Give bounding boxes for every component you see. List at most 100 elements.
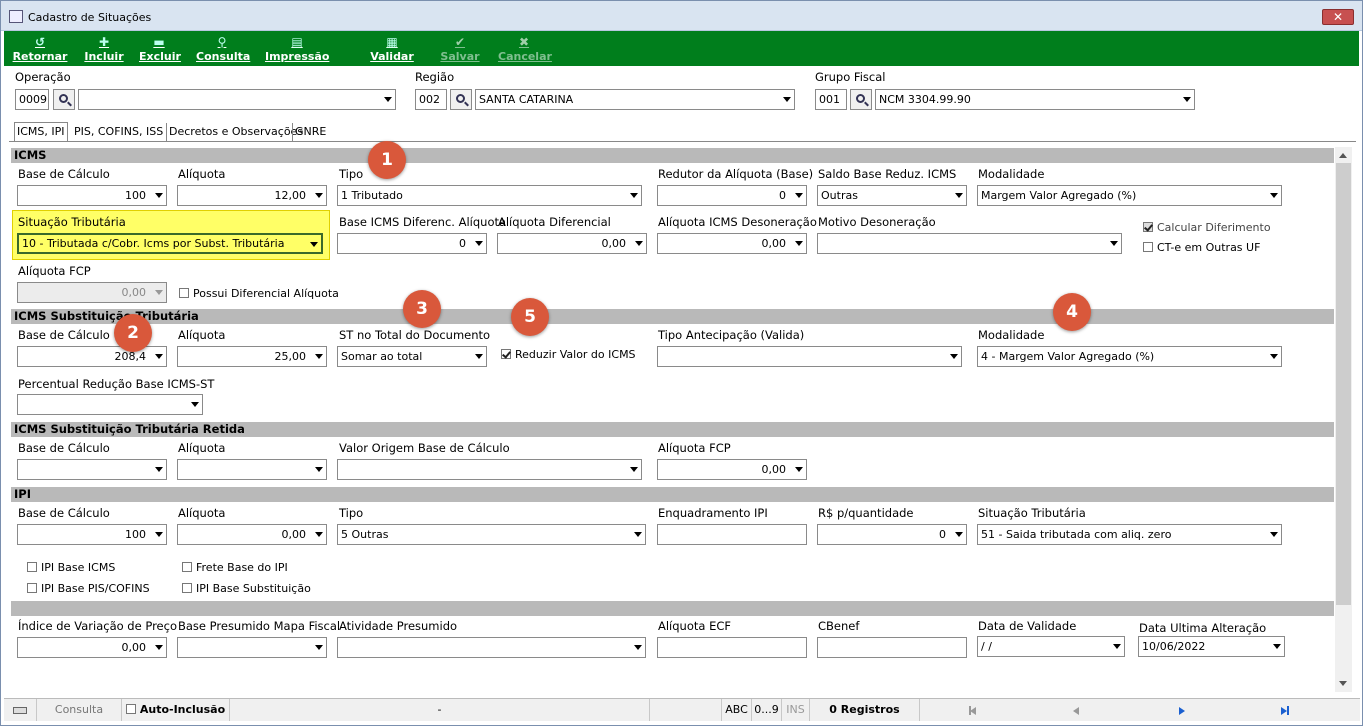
tab-decretos[interactable]: Decretos e Observações: [166, 123, 305, 142]
ipi-aliquota-select[interactable]: 0,00: [177, 524, 327, 545]
ret-aliq-fcp-value: 0,00: [761, 463, 787, 476]
ipi-base-subst-checkbox[interactable]: IPI Base Substituição: [182, 582, 311, 595]
checkbox-box: [27, 562, 37, 572]
grupo-desc-value: NCM 3304.99.90: [879, 93, 971, 106]
incluir-button[interactable]: ✚ Incluir: [84, 31, 124, 66]
icms-modalidade-value: Margem Valor Agregado (%): [981, 189, 1137, 202]
ipi-base-calculo-select[interactable]: 100: [17, 524, 167, 545]
operacao-code-input[interactable]: 0009: [15, 89, 49, 110]
icms-tipo-value: 1 Tributado: [341, 189, 403, 202]
operacao-search-button[interactable]: [53, 89, 75, 110]
data-ultima-value: 10/06/2022: [1142, 640, 1206, 653]
enquadramento-input[interactable]: [657, 524, 807, 545]
grupo-search-button[interactable]: [850, 89, 872, 110]
chevron-down-icon: [1110, 241, 1118, 246]
cbenef-input[interactable]: [817, 637, 967, 658]
base-presumido-select[interactable]: [177, 637, 327, 658]
chevron-down-icon: [155, 467, 163, 472]
ret-aliquota-select[interactable]: [177, 459, 327, 480]
icms-tipo-select[interactable]: 1 Tributado: [337, 185, 642, 206]
excluir-button[interactable]: ▬ Excluir: [139, 31, 181, 66]
aliq-ecf-input[interactable]: [657, 637, 807, 658]
icms-modalidade-select[interactable]: Margem Valor Agregado (%): [977, 185, 1282, 206]
data-validade-select[interactable]: / /: [977, 636, 1125, 657]
chevron-down-icon: [1270, 532, 1278, 537]
ret-aliq-fcp-select[interactable]: 0,00: [657, 459, 807, 480]
status-blank: [650, 699, 722, 721]
base-difer-select[interactable]: 0: [337, 233, 487, 254]
tab-gnre[interactable]: GNRE: [292, 123, 328, 142]
scroll-down-icon[interactable]: [1339, 681, 1347, 686]
regiao-code-input[interactable]: 002: [415, 89, 447, 110]
next-record-button[interactable]: [1173, 699, 1193, 721]
ipi-tipo-select[interactable]: 5 Outras: [337, 524, 646, 545]
last-record-button[interactable]: [1276, 699, 1296, 721]
grupo-code-input[interactable]: 001: [815, 89, 847, 110]
frete-base-checkbox[interactable]: Frete Base do IPI: [182, 561, 288, 574]
retornar-button[interactable]: ↺ Retornar: [12, 31, 68, 66]
atividade-select[interactable]: [337, 637, 646, 658]
scroll-up-icon[interactable]: [1339, 153, 1347, 158]
regiao-label: Região: [415, 70, 455, 84]
redutor-select[interactable]: 0: [657, 185, 807, 206]
st-base-calculo-select[interactable]: 208,4: [17, 346, 167, 367]
saldo-base-value: Outras: [821, 189, 858, 202]
salvar-label: Salvar: [440, 50, 480, 63]
icms-modalidade-label: Modalidade: [978, 167, 1045, 181]
retornar-label: Retornar: [12, 50, 68, 63]
chevron-down-icon: [634, 645, 642, 650]
valor-origem-select[interactable]: [337, 459, 642, 480]
ipi-base-pis-checkbox[interactable]: IPI Base PIS/COFINS: [27, 582, 150, 595]
scroll-thumb[interactable]: [1336, 163, 1351, 605]
redutor-value: 0: [779, 189, 786, 202]
first-record-button[interactable]: [964, 699, 984, 721]
reduzir-valor-checkbox[interactable]: Reduzir Valor do ICMS: [501, 348, 636, 361]
perc-reducao-select[interactable]: [17, 394, 203, 415]
aliq-deson-label: Alíquota ICMS Desoneração: [658, 215, 817, 229]
motivo-deson-select[interactable]: [817, 233, 1122, 254]
icms-base-calculo-select[interactable]: 100: [17, 185, 167, 206]
aliq-difer-select[interactable]: 0,00: [497, 233, 647, 254]
situacao-tributaria-select[interactable]: 10 - Tributada c/Cobr. Icms por Subst. T…: [17, 233, 323, 254]
ret-base-calculo-select[interactable]: [17, 459, 167, 480]
grupo-desc-select[interactable]: NCM 3304.99.90: [875, 89, 1195, 110]
tab-pis-cofins-iss[interactable]: PIS, COFINS, ISS: [72, 123, 165, 142]
regiao-search-button[interactable]: [450, 89, 472, 110]
close-button[interactable]: ✕: [1322, 9, 1354, 25]
indice-select[interactable]: 0,00: [17, 637, 167, 658]
st-aliquota-select[interactable]: 25,00: [177, 346, 327, 367]
ipi-situacao-select[interactable]: 51 - Saida tributada com aliq. zero: [977, 524, 1282, 545]
icms-aliquota-select[interactable]: 12,00: [177, 185, 327, 206]
tipo-antecip-select[interactable]: [657, 346, 962, 367]
calcular-diferimento-checkbox[interactable]: Calcular Diferimento: [1143, 221, 1271, 234]
data-ultima-select[interactable]: 10/06/2022: [1138, 636, 1285, 657]
impressao-button[interactable]: ▤ Impressão: [265, 31, 329, 66]
auto-inclusao-checkbox[interactable]: Auto-Inclusão: [122, 699, 230, 721]
validar-button[interactable]: ▦ Validar: [370, 31, 414, 66]
vertical-scrollbar[interactable]: [1335, 147, 1352, 692]
salvar-button[interactable]: ✔ Salvar: [440, 31, 480, 66]
chevron-down-icon: [635, 241, 643, 246]
ipi-base-icms-checkbox[interactable]: IPI Base ICMS: [27, 561, 115, 574]
icms-aliq-fcp-select[interactable]: 0,00: [17, 282, 167, 303]
st-total-select[interactable]: Somar ao total: [337, 346, 487, 367]
aliq-deson-select[interactable]: 0,00: [657, 233, 807, 254]
saldo-base-select[interactable]: Outras: [817, 185, 967, 206]
possui-diferencial-checkbox[interactable]: Possui Diferencial Alíquota: [179, 287, 339, 300]
consulta-button[interactable]: ⚲ Consulta: [196, 31, 250, 66]
aliq-ecf-label: Alíquota ECF: [658, 619, 732, 633]
atividade-label: Atividade Presumido: [339, 619, 458, 633]
ipi-base-icms-label: IPI Base ICMS: [41, 561, 116, 574]
cte-outras-uf-checkbox[interactable]: CT-e em Outras UF: [1143, 241, 1260, 254]
cancelar-button[interactable]: ✖ Cancelar: [498, 31, 552, 66]
motivo-deson-label: Motivo Desoneração: [818, 215, 936, 229]
st-retida-section-header: ICMS Substituição Tributária Retida: [11, 422, 1334, 437]
rs-quantidade-label: R$ p/quantidade: [818, 506, 914, 520]
operacao-desc-select[interactable]: [78, 89, 396, 110]
prev-record-button[interactable]: [1067, 699, 1087, 721]
form-icon: [9, 10, 23, 23]
regiao-desc-select[interactable]: SANTA CATARINA: [475, 89, 795, 110]
rs-quantidade-select[interactable]: 0: [817, 524, 967, 545]
st-modalidade-select[interactable]: 4 - Margem Valor Agregado (%): [977, 346, 1282, 367]
tab-icms-ipi[interactable]: ICMS, IPI: [14, 122, 68, 142]
